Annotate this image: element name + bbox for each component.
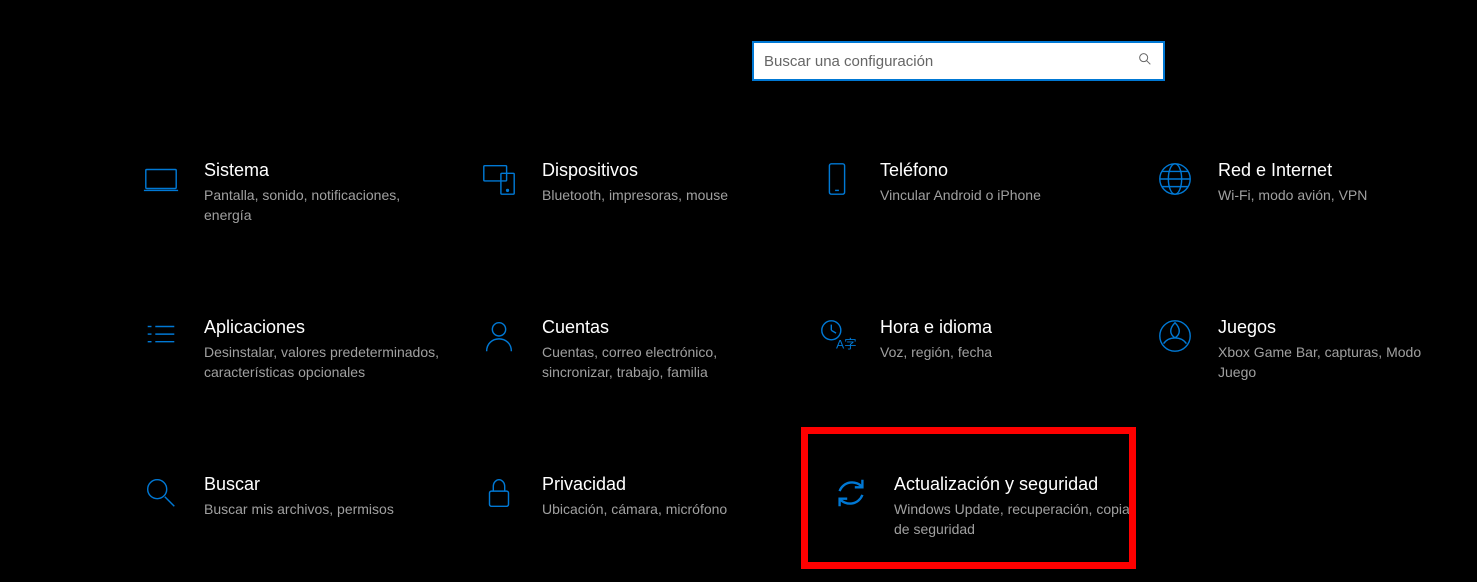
time-language-icon: A字 bbox=[816, 315, 858, 357]
tile-phone[interactable]: Teléfono Vincular Android o iPhone bbox=[816, 158, 1154, 225]
tile-title: Cuentas bbox=[542, 315, 782, 339]
tile-text: Red e Internet Wi-Fi, modo avión, VPN bbox=[1218, 158, 1367, 205]
tile-desc: Cuentas, correo electrónico, sincronizar… bbox=[542, 342, 782, 382]
tile-desc: Voz, región, fecha bbox=[880, 342, 992, 362]
svg-text:A字: A字 bbox=[836, 336, 856, 351]
tile-title: Juegos bbox=[1218, 315, 1458, 339]
tile-text: Juegos Xbox Game Bar, capturas, Modo Jue… bbox=[1218, 315, 1458, 382]
tile-desc: Buscar mis archivos, permisos bbox=[204, 499, 394, 519]
privacy-icon bbox=[478, 472, 520, 514]
tile-desc: Bluetooth, impresoras, mouse bbox=[542, 185, 728, 205]
devices-icon bbox=[478, 158, 520, 200]
search-container bbox=[752, 41, 1165, 81]
tile-devices[interactable]: Dispositivos Bluetooth, impresoras, mous… bbox=[478, 158, 816, 225]
tile-text: Cuentas Cuentas, correo electrónico, sin… bbox=[542, 315, 782, 382]
network-icon bbox=[1154, 158, 1196, 200]
tile-text: Actualización y seguridad Windows Update… bbox=[894, 472, 1134, 539]
search-category-icon bbox=[140, 472, 182, 514]
tile-title: Buscar bbox=[204, 472, 394, 496]
tile-text: Hora e idioma Voz, región, fecha bbox=[880, 315, 992, 362]
tile-accounts[interactable]: Cuentas Cuentas, correo electrónico, sin… bbox=[478, 315, 816, 382]
tile-desc: Windows Update, recuperación, copia de s… bbox=[894, 499, 1134, 539]
tile-text: Sistema Pantalla, sonido, notificaciones… bbox=[204, 158, 444, 225]
tile-desc: Wi-Fi, modo avión, VPN bbox=[1218, 185, 1367, 205]
apps-icon bbox=[140, 315, 182, 357]
tile-text: Buscar Buscar mis archivos, permisos bbox=[204, 472, 394, 519]
tile-text: Dispositivos Bluetooth, impresoras, mous… bbox=[542, 158, 728, 205]
update-icon bbox=[830, 472, 872, 514]
tile-privacy[interactable]: Privacidad Ubicación, cámara, micrófono bbox=[478, 472, 816, 539]
tile-system[interactable]: Sistema Pantalla, sonido, notificaciones… bbox=[140, 158, 478, 225]
tile-title: Actualización y seguridad bbox=[894, 472, 1134, 496]
tile-title: Privacidad bbox=[542, 472, 727, 496]
tile-gaming[interactable]: Juegos Xbox Game Bar, capturas, Modo Jue… bbox=[1154, 315, 1477, 382]
phone-icon bbox=[816, 158, 858, 200]
tile-title: Teléfono bbox=[880, 158, 1041, 182]
system-icon bbox=[140, 158, 182, 200]
tile-search[interactable]: Buscar Buscar mis archivos, permisos bbox=[140, 472, 478, 539]
tile-title: Sistema bbox=[204, 158, 444, 182]
tile-text: Privacidad Ubicación, cámara, micrófono bbox=[542, 472, 727, 519]
tile-title: Hora e idioma bbox=[880, 315, 992, 339]
tile-network[interactable]: Red e Internet Wi-Fi, modo avión, VPN bbox=[1154, 158, 1477, 225]
tile-title: Aplicaciones bbox=[204, 315, 444, 339]
tile-time-language[interactable]: A字 Hora e idioma Voz, región, fecha bbox=[816, 315, 1154, 382]
tile-desc: Desinstalar, valores predeterminados, ca… bbox=[204, 342, 444, 382]
settings-grid: Sistema Pantalla, sonido, notificaciones… bbox=[140, 158, 1477, 539]
accounts-icon bbox=[478, 315, 520, 357]
tile-desc: Pantalla, sonido, notificaciones, energí… bbox=[204, 185, 444, 225]
tile-apps[interactable]: Aplicaciones Desinstalar, valores predet… bbox=[140, 315, 478, 382]
search-icon bbox=[1127, 51, 1163, 72]
tile-title: Dispositivos bbox=[542, 158, 728, 182]
tile-title: Red e Internet bbox=[1218, 158, 1367, 182]
search-box[interactable] bbox=[752, 41, 1165, 81]
tile-desc: Vincular Android o iPhone bbox=[880, 185, 1041, 205]
tile-text: Teléfono Vincular Android o iPhone bbox=[880, 158, 1041, 205]
tile-update-security[interactable]: Actualización y seguridad Windows Update… bbox=[816, 472, 1154, 539]
search-input[interactable] bbox=[754, 53, 1127, 70]
gaming-icon bbox=[1154, 315, 1196, 357]
tile-text: Aplicaciones Desinstalar, valores predet… bbox=[204, 315, 444, 382]
tile-desc: Xbox Game Bar, capturas, Modo Juego bbox=[1218, 342, 1458, 382]
tile-desc: Ubicación, cámara, micrófono bbox=[542, 499, 727, 519]
